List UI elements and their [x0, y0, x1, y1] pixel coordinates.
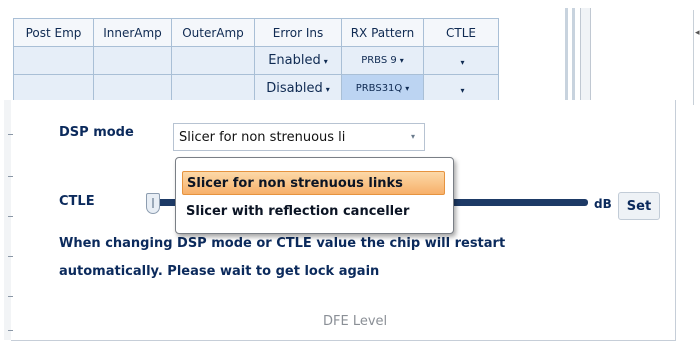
set-button[interactable]: Set — [618, 192, 660, 220]
caret-down-icon: ▾ — [399, 56, 404, 65]
table-row: Enabled ▾ PRBS 9 ▾ ▾ — [13, 46, 499, 75]
cell-post-emp[interactable] — [13, 74, 94, 103]
cell-outer-amp[interactable] — [171, 46, 255, 75]
grid-header-row: Post Emp InnerAmp OuterAmp Error Ins RX … — [13, 18, 499, 47]
ctle-dropdown[interactable]: ▾ — [423, 46, 499, 75]
dsp-mode-label: DSP mode — [59, 125, 134, 140]
dsp-option-reflection-canceller[interactable]: Slicer with reflection canceller — [182, 200, 445, 224]
config-grid: Post Emp InnerAmp OuterAmp Error Ins RX … — [13, 18, 499, 103]
cell-inner-amp[interactable] — [93, 46, 172, 75]
header-error-ins[interactable]: Error Ins — [254, 18, 342, 47]
ctle-unit: dB — [594, 197, 612, 211]
dsp-mode-select[interactable]: Slicer for non strenuous li ▾ — [173, 123, 425, 151]
restart-notice-line2: automatically. Please wait to get lock a… — [59, 264, 380, 279]
panel-edge — [4, 100, 11, 340]
error-ins-dropdown[interactable]: Disabled ▾ — [254, 74, 342, 103]
header-ctle[interactable]: CTLE — [423, 18, 499, 47]
vertical-scrollbar[interactable] — [580, 8, 591, 100]
rx-pattern-dropdown[interactable]: PRBS31Q ▾ — [341, 74, 424, 103]
cell-inner-amp[interactable] — [93, 74, 172, 103]
rx-pattern-value: PRBS 9 — [361, 55, 397, 66]
caret-down-icon: ▾ — [460, 85, 465, 95]
column-separator — [565, 8, 568, 100]
error-ins-value: Enabled — [268, 53, 321, 68]
cell-post-emp[interactable] — [13, 46, 94, 75]
ctle-dropdown[interactable]: ▾ — [423, 74, 499, 103]
scroll-left-icon[interactable]: ◂ — [695, 28, 700, 38]
header-rx-pattern[interactable]: RX Pattern — [341, 18, 424, 47]
dsp-mode-value: Slicer for non strenuous li — [179, 130, 346, 145]
dsp-option-non-strenuous[interactable]: Slicer for non strenuous links — [182, 171, 445, 195]
dsp-mode-dropdown-list: Slicer for non strenuous links Slicer wi… — [175, 157, 454, 234]
header-post-emp[interactable]: Post Emp — [13, 18, 94, 47]
caret-down-icon: ▾ — [325, 85, 330, 94]
error-ins-dropdown[interactable]: Enabled ▾ — [254, 46, 342, 75]
column-separator — [572, 8, 575, 100]
restart-notice-line1: When changing DSP mode or CTLE value the… — [59, 236, 506, 251]
rx-pattern-value: PRBS31Q — [355, 83, 403, 94]
header-inner-amp[interactable]: InnerAmp — [93, 18, 172, 47]
dfe-level-label: DFE Level — [323, 314, 388, 329]
ctle-slider-thumb[interactable] — [146, 193, 160, 214]
caret-down-icon: ▾ — [323, 57, 328, 66]
ctle-label: CTLE — [59, 194, 95, 209]
error-ins-value: Disabled — [266, 81, 323, 96]
rx-pattern-dropdown[interactable]: PRBS 9 ▾ — [341, 46, 424, 75]
caret-down-icon: ▾ — [460, 57, 465, 67]
table-row: Disabled ▾ PRBS31Q ▾ ▾ — [13, 74, 499, 103]
chevron-down-icon: ▾ — [410, 132, 415, 141]
header-outer-amp[interactable]: OuterAmp — [171, 18, 255, 47]
caret-down-icon: ▾ — [405, 84, 410, 93]
cell-outer-amp[interactable] — [171, 74, 255, 103]
divider — [693, 10, 694, 105]
